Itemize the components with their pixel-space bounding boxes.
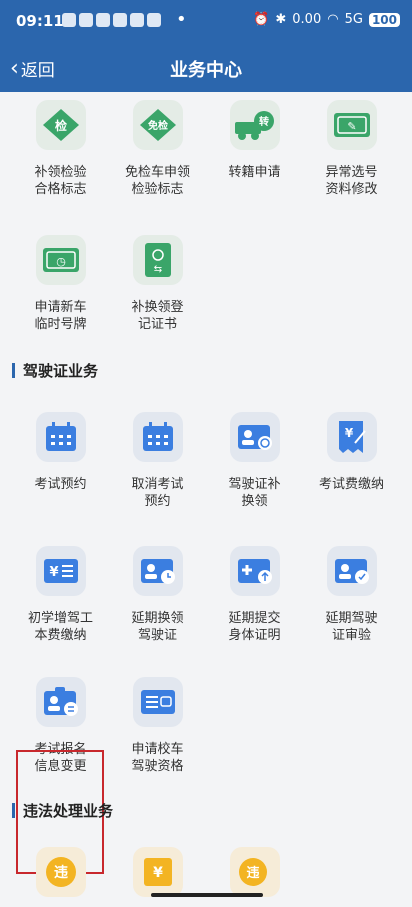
section-title: 驾驶证业务: [23, 362, 99, 380]
service-item[interactable]: 转 转籍申请: [206, 100, 303, 181]
svg-text:免检: 免检: [148, 119, 168, 132]
section-title: 违法处理业务: [23, 802, 114, 820]
more-notifications-dot: •: [176, 9, 187, 30]
service-item[interactable]: ⇆ 补换领登 记证书: [109, 235, 206, 333]
registration-book-icon: ⇆: [132, 235, 183, 285]
svg-text:✎: ✎: [347, 120, 356, 133]
service-label: 补换领登 记证书: [131, 300, 184, 332]
transfer-truck-icon: 转: [229, 100, 280, 150]
service-item[interactable]: ¥: [109, 847, 206, 897]
app-notification-icon: [113, 13, 127, 27]
app-notification-icon: [130, 13, 144, 27]
service-label: 考试预约: [34, 477, 87, 492]
fee-receipt-icon: ¥: [326, 412, 377, 462]
svg-text:¥: ¥: [49, 565, 58, 580]
service-label: 延期驾驶 证审验: [325, 611, 378, 643]
svg-text:◷: ◷: [56, 255, 66, 268]
service-item[interactable]: 延期换领 驾驶证: [109, 546, 206, 644]
service-label: 免检车申领 检验标志: [124, 165, 190, 197]
calendar-icon: [35, 412, 86, 462]
signal-label: 5G: [344, 12, 363, 27]
license-check-icon: [326, 546, 377, 596]
section-accent-bar: [12, 803, 15, 818]
yuan-list-icon: ¥: [35, 546, 86, 596]
service-item[interactable]: ◷ 申请新车 临时号牌: [12, 235, 109, 333]
service-item[interactable]: 检 补领检验 合格标志: [12, 100, 109, 198]
page-title: 业务中心: [170, 60, 242, 81]
violation-icon: 违: [35, 847, 86, 897]
license-renew-icon: [229, 412, 280, 462]
app-notification-icon: [147, 13, 161, 27]
status-time: 09:11: [16, 12, 64, 30]
svg-text:¥: ¥: [344, 426, 353, 440]
service-item[interactable]: 违: [206, 847, 303, 897]
service-label: 驾驶证补 换领: [228, 477, 281, 509]
service-item[interactable]: 取消考试 预约: [109, 412, 206, 510]
service-item[interactable]: 驾驶证补 换领: [206, 412, 303, 510]
svg-text:¥: ¥: [153, 865, 163, 881]
service-label: 申请新车 临时号牌: [34, 300, 87, 332]
service-label: 异常选号 资料修改: [325, 165, 378, 197]
status-bar: 09:11 • ⏰ ✱ 0.00 ◠ 5G 100: [0, 0, 412, 44]
inspection-badge-icon: 检: [35, 100, 86, 150]
section-header-license: 驾驶证业务: [12, 360, 98, 381]
svg-text:⇆: ⇆: [153, 264, 161, 275]
service-item[interactable]: 免检 免检车申领 检验标志: [109, 100, 206, 198]
alarm-icon: ⏰: [253, 12, 270, 27]
service-label: 考试费缴纳: [318, 477, 384, 492]
section-accent-bar: [12, 363, 15, 378]
network-speed: 0.00: [292, 12, 322, 27]
service-label: 初学增驾工 本费缴纳: [27, 611, 93, 643]
calendar-cancel-icon: [132, 412, 183, 462]
nav-bar: ‹ 返回 业务中心: [0, 44, 412, 92]
exemption-badge-icon: 免检: [132, 100, 183, 150]
app-notification-icon: [62, 13, 76, 27]
bluetooth-icon: ✱: [275, 12, 287, 27]
service-label: 延期换领 驾驶证: [131, 611, 184, 643]
fine-payment-icon: ¥: [132, 847, 183, 897]
svg-text:违: 违: [54, 864, 68, 881]
temporary-plate-icon: ◷: [35, 235, 86, 285]
service-item[interactable]: 违: [12, 847, 109, 897]
service-label: 取消考试 预约: [131, 477, 184, 509]
service-content[interactable]: 检 补领检验 合格标志 免检 免检车申领 检验标志 转 转籍申请 ✎ 异常选号 …: [0, 92, 412, 907]
home-indicator[interactable]: [151, 893, 263, 897]
service-item[interactable]: ¥ 考试费缴纳: [303, 412, 400, 493]
status-right-icons: ⏰ ✱ 0.00 ◠ 5G 100: [253, 12, 400, 27]
svg-text:转: 转: [259, 115, 269, 128]
service-item[interactable]: ✎ 异常选号 资料修改: [303, 100, 400, 198]
app-notification-icon: [96, 13, 110, 27]
health-upload-icon: [229, 546, 280, 596]
service-label: 延期提交 身体证明: [228, 611, 281, 643]
wifi-icon: ◠: [327, 12, 339, 27]
battery-level: 100: [368, 12, 400, 27]
plate-edit-icon: ✎: [326, 100, 377, 150]
service-item[interactable]: ¥ 初学增驾工 本费缴纳: [12, 546, 109, 644]
service-item[interactable]: 延期驾驶 证审验: [303, 546, 400, 644]
section-header-violation: 违法处理业务: [12, 800, 113, 821]
app-notification-icon: [79, 13, 93, 27]
svg-text:检: 检: [54, 118, 66, 133]
service-label: 申请校车 驾驶资格: [131, 742, 184, 774]
license-clock-icon: [132, 546, 183, 596]
service-label: 补领检验 合格标志: [34, 165, 87, 197]
notification-icons: [62, 13, 161, 27]
exam-info-change-icon: [35, 677, 86, 727]
school-bus-icon: [132, 677, 183, 727]
service-item[interactable]: 延期提交 身体证明: [206, 546, 303, 644]
violation-handle-icon: 违: [229, 847, 280, 897]
service-label: 转籍申请: [228, 165, 281, 180]
service-item[interactable]: 申请校车 驾驶资格: [109, 677, 206, 775]
svg-text:违: 违: [246, 865, 259, 881]
service-item[interactable]: 考试预约: [12, 412, 109, 493]
